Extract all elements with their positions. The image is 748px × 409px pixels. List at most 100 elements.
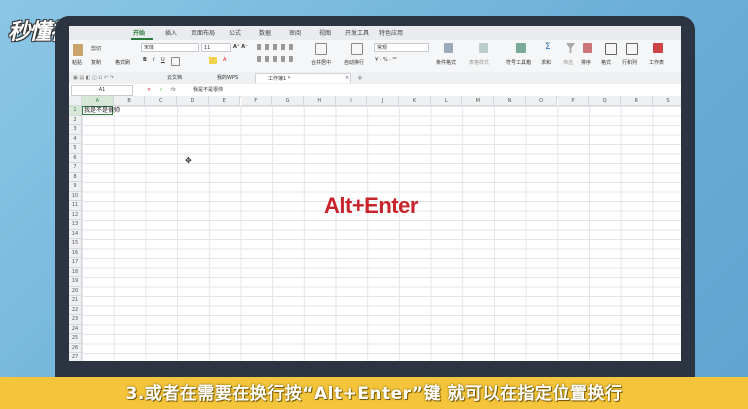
row-header[interactable]: 27: [69, 353, 82, 361]
row-header[interactable]: 22: [69, 305, 82, 315]
font-name-select[interactable]: 宋体: [141, 43, 199, 52]
italic-icon[interactable]: I: [153, 57, 154, 63]
column-header[interactable]: Q: [589, 96, 621, 106]
font-color-icon[interactable]: A: [223, 57, 226, 63]
align-icons-row2[interactable]: [257, 56, 293, 62]
wrap-text-button[interactable]: 自动换行: [344, 59, 364, 66]
column-header[interactable]: E: [208, 96, 241, 106]
align-icons[interactable]: [257, 44, 293, 50]
cell-area[interactable]: [82, 106, 681, 361]
new-tab-icon[interactable]: +: [357, 74, 363, 82]
tab-review[interactable]: 审阅: [289, 28, 301, 37]
column-header[interactable]: S: [652, 96, 681, 106]
name-box[interactable]: A1: [71, 85, 133, 96]
row-header[interactable]: 23: [69, 315, 82, 325]
row-header[interactable]: 21: [69, 296, 82, 306]
row-header[interactable]: 2: [69, 115, 82, 125]
row-header[interactable]: 19: [69, 277, 82, 287]
column-header[interactable]: N: [494, 96, 526, 106]
column-header[interactable]: J: [367, 96, 399, 106]
paste-label[interactable]: 粘贴: [72, 59, 82, 66]
worksheet-icon[interactable]: [653, 43, 663, 53]
quick-access-icons[interactable]: ▣ ▤ ◧ ◫ ⎌ ↶ ↷: [73, 75, 114, 81]
tab-developer[interactable]: 开发工具: [345, 28, 369, 37]
sort-icon[interactable]: [583, 43, 592, 53]
filter-icon[interactable]: [566, 43, 575, 53]
row-header[interactable]: 26: [69, 343, 82, 353]
row-header[interactable]: 13: [69, 220, 82, 230]
row-header[interactable]: 8: [69, 172, 82, 182]
paste-icon[interactable]: [73, 44, 83, 56]
doc-tab-cloud[interactable]: 云文档: [155, 73, 195, 83]
tab-page-layout[interactable]: 页面布局: [191, 28, 215, 37]
cut-button[interactable]: 剪切: [91, 45, 101, 52]
column-header[interactable]: O: [525, 96, 558, 106]
font-size-select[interactable]: 11: [201, 43, 231, 52]
confirm-icon[interactable]: ✓: [159, 85, 163, 95]
row-header[interactable]: 9: [69, 182, 82, 192]
fx-icon[interactable]: fx: [171, 85, 176, 95]
row-header[interactable]: 6: [69, 153, 82, 163]
column-header[interactable]: B: [113, 96, 146, 106]
row-header[interactable]: 15: [69, 239, 82, 249]
column-header[interactable]: I: [335, 96, 368, 106]
conditional-format-icon[interactable]: [444, 43, 453, 53]
sum-icon[interactable]: Σ: [545, 42, 551, 52]
row-header[interactable]: 25: [69, 334, 82, 344]
column-header[interactable]: F: [240, 96, 273, 106]
doc-tab-mywps[interactable]: 我的WPS: [205, 73, 251, 83]
doc-tab-workbook[interactable]: 工作簿1 *: [255, 73, 351, 83]
sort-button[interactable]: 排序: [581, 59, 591, 66]
number-format-icons[interactable]: ¥ · % · ⁰⁰: [375, 57, 396, 63]
tab-insert[interactable]: 插入: [165, 28, 177, 37]
table-style-button[interactable]: 表格样式: [469, 59, 489, 66]
row-header[interactable]: 20: [69, 286, 82, 296]
row-header[interactable]: 18: [69, 267, 82, 277]
sum-button[interactable]: 求和: [541, 59, 551, 66]
copy-button[interactable]: 复制: [91, 59, 101, 66]
table-style-icon[interactable]: [479, 43, 488, 53]
bold-icon[interactable]: B: [143, 57, 147, 63]
border-icon[interactable]: [171, 57, 180, 66]
row-header[interactable]: 4: [69, 134, 82, 144]
column-header[interactable]: P: [557, 96, 590, 106]
row-header[interactable]: 17: [69, 258, 82, 268]
rows-cols-icon[interactable]: [626, 43, 638, 55]
filter-button[interactable]: 筛选: [563, 59, 573, 66]
row-header[interactable]: 5: [69, 144, 82, 154]
tab-data[interactable]: 数据: [259, 28, 271, 37]
row-header[interactable]: 14: [69, 229, 82, 239]
column-header[interactable]: A: [82, 96, 114, 106]
row-header[interactable]: 3: [69, 125, 82, 135]
worksheet-button[interactable]: 工作表: [649, 59, 664, 66]
rows-cols-button[interactable]: 行和列: [622, 59, 637, 66]
fill-color-icon[interactable]: [209, 57, 217, 64]
column-header[interactable]: M: [462, 96, 495, 106]
row-header[interactable]: 11: [69, 201, 82, 211]
symbols-icon[interactable]: [516, 43, 526, 53]
conditional-format-button[interactable]: 条件格式: [436, 59, 456, 66]
column-header[interactable]: D: [177, 96, 209, 106]
row-header[interactable]: 10: [69, 191, 82, 201]
close-tab-icon[interactable]: ×: [345, 75, 349, 81]
merge-center-button[interactable]: 合并居中: [311, 59, 331, 66]
row-header[interactable]: 16: [69, 248, 82, 258]
tab-start[interactable]: 开始: [133, 28, 145, 37]
wrap-text-icon[interactable]: [351, 43, 363, 55]
row-header[interactable]: 1: [69, 106, 82, 116]
tab-formulas[interactable]: 公式: [229, 28, 241, 37]
column-header[interactable]: G: [272, 96, 304, 106]
merge-center-icon[interactable]: [315, 43, 327, 55]
row-header[interactable]: 12: [69, 210, 82, 220]
row-header[interactable]: 24: [69, 324, 82, 334]
tab-view[interactable]: 视图: [319, 28, 331, 37]
row-header[interactable]: 7: [69, 163, 82, 173]
column-header[interactable]: L: [430, 96, 463, 106]
format-icon[interactable]: [605, 43, 617, 55]
column-header[interactable]: H: [303, 96, 336, 106]
grow-font-icon[interactable]: A⁺ A⁻: [233, 44, 248, 50]
select-all-corner[interactable]: [69, 96, 82, 106]
column-header[interactable]: K: [399, 96, 431, 106]
format-painter-button[interactable]: 格式刷: [115, 59, 130, 66]
column-header[interactable]: R: [620, 96, 653, 106]
